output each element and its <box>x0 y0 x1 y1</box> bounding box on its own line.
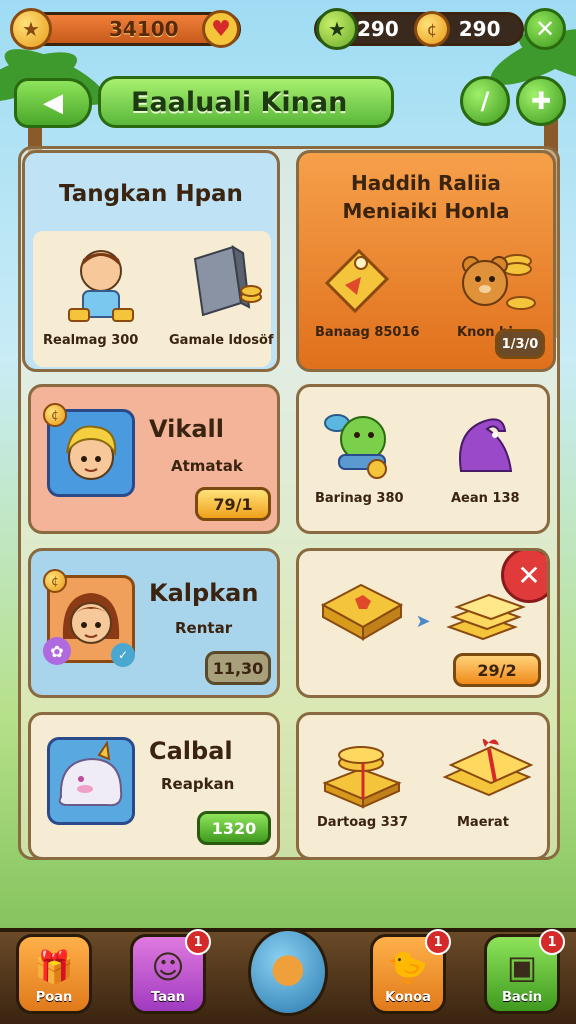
coin-badge-icon: ¢ <box>43 569 67 593</box>
close-button[interactable]: ✕ <box>524 8 566 50</box>
puzzle-button[interactable]: ✚ <box>516 76 566 126</box>
card-trade[interactable]: ➤ ✕ 29/2 <box>296 548 550 698</box>
back-arrow-icon: ◀ <box>43 88 63 118</box>
card-vikall-subtitle: Atmatak <box>171 457 243 475</box>
puzzle-icon: ✚ <box>530 87 552 115</box>
nav-konoa-label: Konoa <box>385 990 431 1005</box>
character-face-icon: ☺ <box>151 948 185 986</box>
card-vikall-title: Vikall <box>149 415 224 443</box>
card-dartoag[interactable]: Dartoag 337 Maerat <box>296 712 550 860</box>
card-tangkan-caption-2: Gamale ldosöf <box>169 333 274 348</box>
nav-konoa-notif: 1 <box>425 929 451 955</box>
heart-icon[interactable]: ♥ <box>202 10 240 48</box>
nav-shop[interactable]: 🎁 Poan <box>16 934 92 1014</box>
check-icon: ✓ <box>111 643 135 667</box>
gift-gold-bars-icon <box>439 729 535 809</box>
edit-button[interactable]: ∕ <box>460 76 510 126</box>
green-creature-icon <box>319 401 399 481</box>
star-gem-icon[interactable]: ★ <box>316 8 358 50</box>
nav-team[interactable]: ☺ Taan 1 <box>130 929 211 1014</box>
flower-icon: ✿ <box>43 637 71 665</box>
card-kalpkan[interactable]: ¢ ✿ ✓ Kalpkan Rentar 11,30 <box>28 548 280 698</box>
title-banner: Eaaluali Kinan <box>98 76 394 128</box>
teddy-bear-icon <box>449 241 539 321</box>
card-calbal[interactable]: Calbal Reapkan 1320 <box>28 712 280 860</box>
card-calbal-title: Calbal <box>149 737 233 765</box>
golden-tag-icon <box>317 241 397 321</box>
back-button[interactable]: ◀ <box>14 78 92 128</box>
card-kalpkan-title: Kalpkan <box>149 579 259 607</box>
nav-home[interactable]: ● <box>248 928 328 1016</box>
nav-bacin-notif: 1 <box>539 929 565 955</box>
card-haddih-value: 1/3/0 <box>495 329 545 359</box>
card-haddih-caption-1: Banaag 85016 <box>315 325 420 340</box>
card-haddih-title: Haddih Raliia Meniaiki Honla <box>342 171 510 223</box>
star-coin-icon[interactable]: ★ <box>10 8 52 50</box>
top-bar: 34100 ★ ♥ 290 290 ★ ¢ ✕ <box>10 6 566 50</box>
nav-team-label: Taan <box>151 990 185 1005</box>
card-kalpkan-subtitle: Rentar <box>175 619 233 637</box>
boy-character-icon <box>65 245 137 325</box>
purple-creature-icon <box>445 401 525 481</box>
currency-right-value-2: 290 <box>458 17 501 41</box>
card-barinag-caption-1: Barinag 380 <box>315 491 404 506</box>
page-title: Eaaluali Kinan <box>131 86 348 118</box>
card-dartoag-caption-1: Dartoag 337 <box>317 815 408 830</box>
crate-icon: ▣ <box>506 948 538 986</box>
nav-team-notif: 1 <box>185 929 211 955</box>
card-trade-value: 29/2 <box>453 653 541 687</box>
nav-bacin[interactable]: ▣ Bacin 1 <box>484 929 565 1014</box>
card-vikall[interactable]: ¢ Vikall Atmatak 79/1 <box>28 384 280 534</box>
card-tangkan[interactable]: Tangkan Hpan Realmag 300 Gamale ldosöf <box>22 150 280 372</box>
card-vikall-value: 79/1 <box>195 487 271 521</box>
coin-stack-icon <box>317 733 407 813</box>
pencil-icon: ∕ <box>480 87 490 115</box>
currency-left-value: 34100 <box>109 17 179 41</box>
nav-shop-label: Poan <box>35 990 73 1005</box>
card-tangkan-caption-1: Realmag 300 <box>43 333 139 348</box>
nav-konoa[interactable]: 🐤 Konoa 1 <box>370 929 451 1014</box>
card-barinag[interactable]: Barinag 380 Aean 138 <box>296 384 550 534</box>
card-barinag-caption-2: Aean 138 <box>451 491 520 506</box>
bird-icon: 🐤 <box>388 948 428 986</box>
metal-box-icon <box>183 241 263 321</box>
card-haddih[interactable]: Haddih Raliia Meniaiki Honla Banaag 8501… <box>296 150 556 372</box>
nav-bacin-label: Bacin <box>501 990 543 1005</box>
gift-box-icon: 🎁 <box>34 948 74 986</box>
coin-icon[interactable]: ¢ <box>414 11 450 47</box>
card-kalpkan-value: 11,30 <box>205 651 271 685</box>
card-calbal-subtitle: Reapkan <box>161 775 235 793</box>
coin-badge-icon: ¢ <box>43 403 67 427</box>
currency-right-value-1: 290 <box>357 17 399 41</box>
pet-face-icon: ● <box>270 945 306 991</box>
card-dartoag-caption-2: Maerat <box>457 815 509 830</box>
ghost-pet-portrait <box>47 737 135 825</box>
card-calbal-value: 1320 <box>197 811 271 845</box>
card-tangkan-title: Tangkan Hpan <box>59 181 243 207</box>
golden-chest-icon <box>317 575 407 645</box>
arrow-right-icon: ➤ <box>415 610 431 632</box>
remove-icon[interactable]: ✕ <box>501 551 547 603</box>
